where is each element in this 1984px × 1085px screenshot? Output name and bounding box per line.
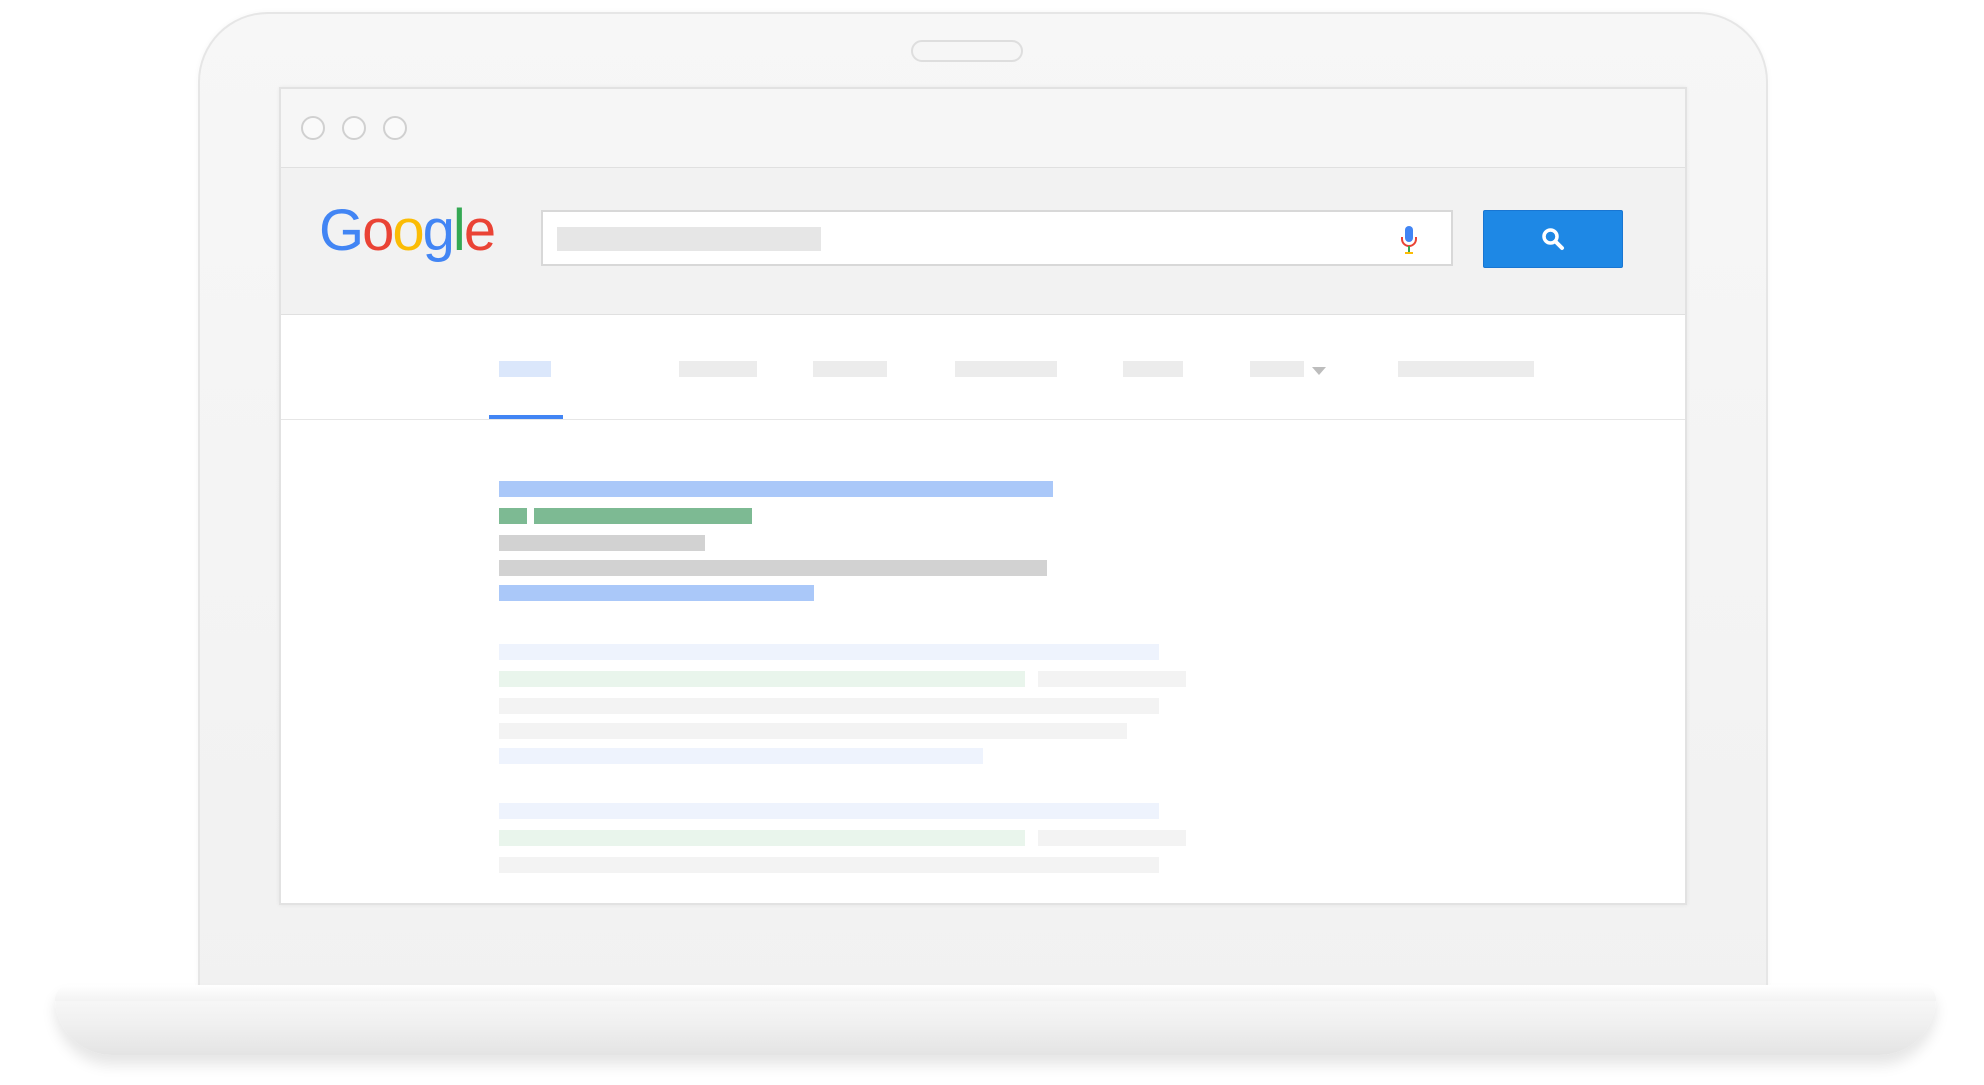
microphone-icon[interactable] xyxy=(1397,224,1421,256)
result-1-snippet-line-1 xyxy=(499,535,705,551)
browser-titlebar xyxy=(281,89,1685,168)
tab-tools[interactable] xyxy=(1398,361,1534,377)
laptop-base xyxy=(55,985,1936,1055)
laptop-base-lip xyxy=(55,985,1936,1001)
google-logo[interactable]: Google xyxy=(319,198,496,263)
tab-3[interactable] xyxy=(813,361,887,377)
tab-5[interactable] xyxy=(1123,361,1183,377)
result-2-snippet-line-2 xyxy=(499,723,1127,739)
search-button[interactable] xyxy=(1483,210,1623,268)
logo-letter: o xyxy=(362,198,394,263)
result-2-url[interactable] xyxy=(499,671,1025,687)
search-tabs xyxy=(281,315,1685,420)
tab-2[interactable] xyxy=(679,361,757,377)
result-1-snippet-line-2 xyxy=(499,560,1047,576)
result-1-ad-badge xyxy=(499,508,527,524)
search-input[interactable] xyxy=(541,210,1453,266)
result-2-snippet-line-1 xyxy=(499,698,1159,714)
result-3-meta xyxy=(1038,830,1186,846)
result-2-sitelink[interactable] xyxy=(499,748,983,764)
result-1-url[interactable] xyxy=(534,508,752,524)
active-tab-indicator xyxy=(489,415,563,419)
result-2-meta xyxy=(1038,671,1186,687)
logo-letter: o xyxy=(392,198,424,263)
window-minimize-button[interactable] xyxy=(342,116,366,140)
search-input-placeholder-bar xyxy=(557,227,821,251)
tab-all[interactable] xyxy=(499,361,551,377)
window-maximize-button[interactable] xyxy=(383,116,407,140)
window-close-button[interactable] xyxy=(301,116,325,140)
search-icon xyxy=(1542,228,1564,250)
result-3-snippet-line-1 xyxy=(499,857,1159,873)
chevron-down-icon[interactable] xyxy=(1312,367,1326,375)
tab-4[interactable] xyxy=(955,361,1057,377)
camera-notch xyxy=(911,40,1023,62)
logo-letter: l xyxy=(452,198,466,263)
logo-letter: e xyxy=(463,198,496,263)
result-3-title[interactable] xyxy=(499,803,1159,819)
logo-letter: g xyxy=(422,198,455,263)
result-3-url[interactable] xyxy=(499,830,1025,846)
result-2-title[interactable] xyxy=(499,644,1159,660)
tab-more[interactable] xyxy=(1250,361,1304,377)
search-header: Google xyxy=(281,168,1685,315)
browser-window: Google xyxy=(279,87,1687,905)
logo-letter: G xyxy=(319,198,364,263)
result-1-sitelink[interactable] xyxy=(499,585,814,601)
result-1-title[interactable] xyxy=(499,481,1053,497)
